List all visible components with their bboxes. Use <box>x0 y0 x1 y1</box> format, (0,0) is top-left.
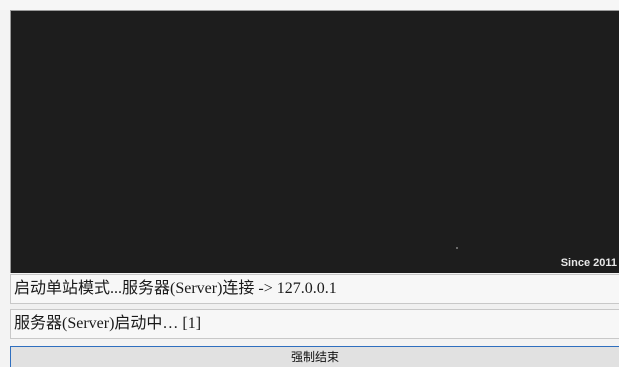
status-line-server-start: 服务器(Server)启动中… [1] <box>10 309 619 339</box>
status-line-connection: 启动单站模式...服务器(Server)连接 -> 127.0.0.1 <box>10 274 619 304</box>
top-strip <box>0 0 619 10</box>
force-quit-button[interactable]: 强制结束 <box>10 346 619 367</box>
launcher-window: Since 2011 启动单站模式...服务器(Server)连接 -> 127… <box>0 0 619 367</box>
splash-display: Since 2011 <box>10 10 619 273</box>
since-label: Since 2011 <box>560 257 617 269</box>
display-speck <box>456 247 458 249</box>
